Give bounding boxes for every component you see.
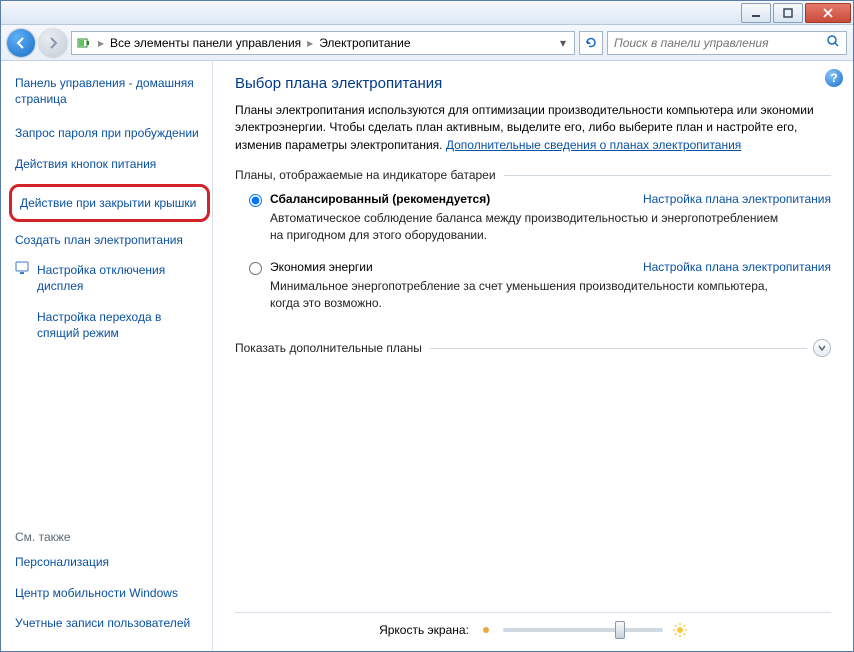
plan-balanced-desc: Автоматическое соблюдение баланса между … xyxy=(270,210,790,244)
help-icon[interactable]: ? xyxy=(825,69,843,87)
see-also-header: См. также xyxy=(15,530,206,544)
brightness-slider[interactable] xyxy=(503,628,663,632)
breadcrumb-item-1[interactable]: Все элементы панели управления xyxy=(106,36,305,50)
page-description: Планы электропитания используются для оп… xyxy=(235,102,831,154)
close-button[interactable] xyxy=(805,3,851,23)
sidebar-highlight: Действие при закрытии крышки xyxy=(9,184,210,222)
page-title: Выбор плана электропитания xyxy=(235,75,831,92)
see-also-personalization[interactable]: Персонализация xyxy=(15,550,206,574)
expand-chevron-icon[interactable] xyxy=(813,339,831,357)
see-also-mobility[interactable]: Центр мобильности Windows xyxy=(15,581,206,605)
sidebar-link-display-off-label: Настройка отключения дисплея xyxy=(37,258,206,298)
see-also-users[interactable]: Учетные записи пользователей xyxy=(15,611,206,635)
minimize-button[interactable] xyxy=(741,3,771,23)
refresh-button[interactable] xyxy=(579,31,603,55)
battery-icon xyxy=(76,35,92,51)
titlebar xyxy=(1,1,853,25)
group-title-label: Показать дополнительные планы xyxy=(235,341,422,355)
addressbar[interactable]: ▸ Все элементы панели управления ▸ Элект… xyxy=(71,31,575,55)
plan-balanced: Сбалансированный (рекомендуется) Настрой… xyxy=(249,192,831,254)
plan-balanced-settings[interactable]: Настройка плана электропитания xyxy=(643,192,831,206)
navbar: ▸ Все элементы панели управления ▸ Элект… xyxy=(1,25,853,61)
sidebar-link-sleep[interactable]: Настройка перехода в спящий режим xyxy=(15,305,206,345)
chevron-right-icon: ▸ xyxy=(96,36,106,50)
sun-bright-icon xyxy=(673,623,687,637)
plans-group: Планы, отображаемые на индикаторе батаре… xyxy=(235,168,831,327)
sidebar: Панель управления - домашняя страница За… xyxy=(1,61,213,651)
breadcrumb-item-2[interactable]: Электропитание xyxy=(315,36,414,50)
more-info-link[interactable]: Дополнительные сведения о планах электро… xyxy=(446,138,741,152)
sidebar-home[interactable]: Панель управления - домашняя страница xyxy=(15,71,206,111)
group-title-battery: Планы, отображаемые на индикаторе батаре… xyxy=(235,168,831,182)
searchbar[interactable] xyxy=(607,31,847,55)
search-input[interactable] xyxy=(614,36,826,50)
plan-saver: Экономия энергии Настройка плана электро… xyxy=(249,260,831,322)
window: ▸ Все элементы панели управления ▸ Элект… xyxy=(0,0,854,652)
address-dropdown[interactable]: ▾ xyxy=(556,36,570,50)
footer: Яркость экрана: xyxy=(235,612,831,641)
sidebar-link-power-buttons[interactable]: Действия кнопок питания xyxy=(15,152,206,176)
plan-saver-settings[interactable]: Настройка плана электропитания xyxy=(643,260,831,274)
content: ? Выбор плана электропитания Планы элект… xyxy=(213,61,853,651)
sidebar-link-password[interactable]: Запрос пароля при пробуждении xyxy=(15,121,206,145)
sidebar-link-create-plan[interactable]: Создать план электропитания xyxy=(15,228,206,252)
moon-icon xyxy=(15,307,31,323)
forward-button[interactable] xyxy=(39,29,67,57)
plan-balanced-radio[interactable] xyxy=(249,194,262,207)
sidebar-link-sleep-label: Настройка перехода в спящий режим xyxy=(37,305,206,345)
plan-saver-radio[interactable] xyxy=(249,262,262,275)
maximize-button[interactable] xyxy=(773,3,803,23)
plan-saver-name: Экономия энергии xyxy=(270,260,373,274)
group-title-additional[interactable]: Показать дополнительные планы xyxy=(235,339,831,357)
plan-balanced-name: Сбалансированный (рекомендуется) xyxy=(270,192,490,206)
search-icon[interactable] xyxy=(826,34,840,51)
sun-dim-icon xyxy=(479,623,493,637)
sidebar-see-also: См. также Персонализация Центр мобильнос… xyxy=(15,510,206,641)
group-title-label: Планы, отображаемые на индикаторе батаре… xyxy=(235,168,496,182)
sidebar-link-lid-close[interactable]: Действие при закрытии крышки xyxy=(20,191,199,215)
brightness-label: Яркость экрана: xyxy=(379,623,469,637)
back-button[interactable] xyxy=(7,29,35,57)
sidebar-link-display-off[interactable]: Настройка отключения дисплея xyxy=(15,258,206,298)
monitor-icon xyxy=(15,260,31,276)
slider-thumb[interactable] xyxy=(615,621,625,639)
body: Панель управления - домашняя страница За… xyxy=(1,61,853,651)
chevron-right-icon: ▸ xyxy=(305,36,315,50)
additional-plans-group: Показать дополнительные планы xyxy=(235,339,831,367)
plan-saver-desc: Минимальное энергопотребление за счет ум… xyxy=(270,278,790,312)
